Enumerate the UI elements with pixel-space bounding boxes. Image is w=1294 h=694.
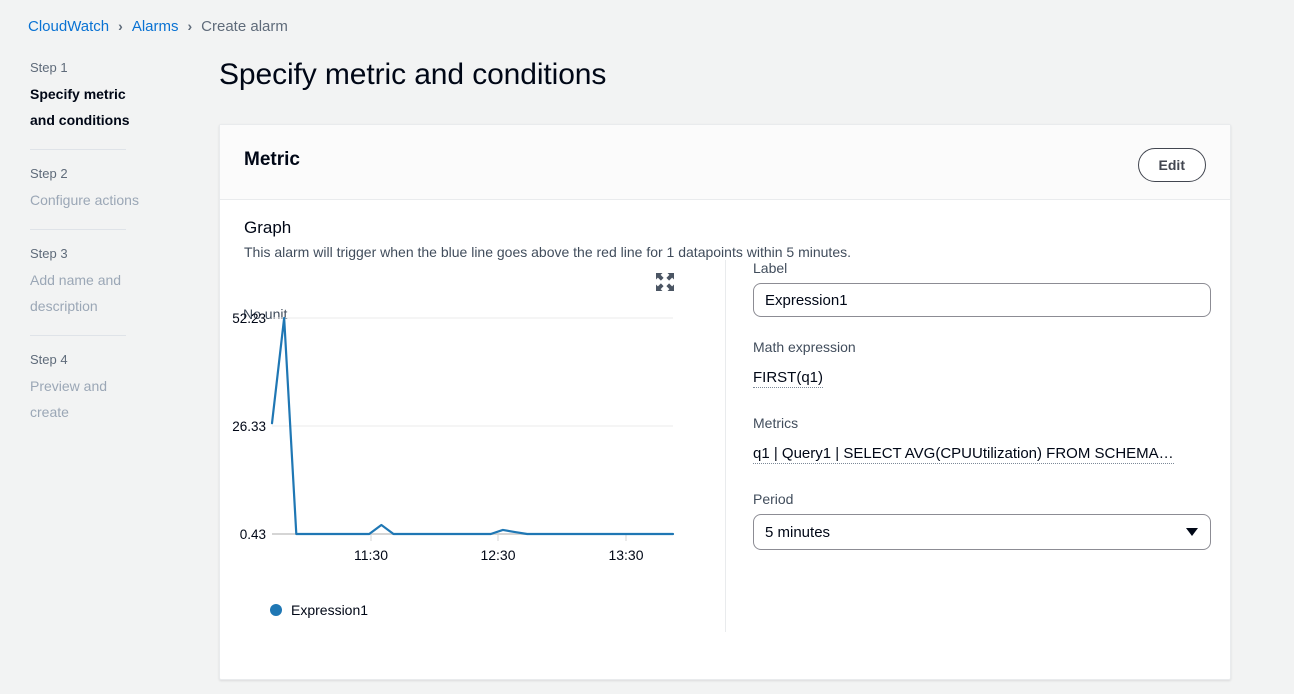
metric-panel-header: Metric Edit	[220, 125, 1230, 200]
y-tick-label: 26.33	[232, 419, 266, 434]
step-divider	[30, 335, 126, 336]
step-divider	[30, 149, 126, 150]
math-expression-group: Math expression FIRST(q1)	[753, 339, 1211, 393]
metric-panel: Metric Edit Graph This alarm will trigge…	[219, 124, 1231, 680]
graph-heading: Graph	[244, 218, 291, 238]
step-divider	[30, 229, 126, 230]
sidebar-item-step-1[interactable]: Step 1 Specify metric and conditions	[30, 58, 148, 135]
sidebar-item-step-3[interactable]: Step 3 Add name and description	[30, 244, 148, 321]
period-select[interactable]: 5 minutes	[753, 514, 1211, 550]
breadcrumb-item-cloudwatch[interactable]: CloudWatch	[28, 18, 109, 35]
step-3-label: Add name and description	[30, 267, 148, 319]
graph-description: This alarm will trigger when the blue li…	[244, 244, 851, 260]
math-expression-value: FIRST(q1)	[753, 369, 823, 388]
step-1-number: Step 1	[30, 58, 148, 78]
y-tick-label: 0.43	[240, 527, 266, 542]
chart-legend-item-expression1[interactable]: Expression1	[270, 602, 368, 618]
steps-sidebar: Step 1 Specify metric and conditions Ste…	[30, 58, 148, 427]
metric-graph: No unit 52.23 26.33 0.43 11:30 12:30 13:…	[220, 272, 720, 632]
label-field-group: Label	[753, 260, 1211, 317]
metric-panel-body: Graph This alarm will trigger when the b…	[220, 200, 1230, 679]
step-2-number: Step 2	[30, 164, 148, 184]
step-1-label: Specify metric and conditions	[30, 81, 148, 133]
metrics-value: q1 | Query1 | SELECT AVG(CPUUtilization)…	[753, 445, 1174, 464]
period-group: Period 5 minutes	[753, 491, 1211, 550]
breadcrumb-item-alarms[interactable]: Alarms	[132, 18, 179, 35]
vertical-divider	[725, 260, 726, 632]
metric-panel-title: Metric	[244, 149, 300, 171]
legend-label: Expression1	[291, 602, 368, 618]
y-tick-label: 52.23	[232, 311, 266, 326]
period-selected-value: 5 minutes	[765, 524, 830, 541]
metrics-label: Metrics	[753, 415, 1211, 431]
step-4-number: Step 4	[30, 350, 148, 370]
page-title: Specify metric and conditions	[219, 58, 606, 92]
breadcrumb-separator-icon: ›	[118, 18, 123, 34]
metrics-group: Metrics q1 | Query1 | SELECT AVG(CPUUtil…	[753, 415, 1211, 469]
label-input[interactable]	[753, 283, 1211, 317]
x-tick-label: 11:30	[354, 547, 388, 563]
math-expression-label: Math expression	[753, 339, 1211, 355]
step-4-label: Preview and create	[30, 373, 148, 425]
x-tick-label: 12:30	[480, 547, 515, 563]
sidebar-item-step-2[interactable]: Step 2 Configure actions	[30, 164, 148, 215]
breadcrumb: CloudWatch › Alarms › Create alarm	[28, 14, 288, 38]
x-tick-label: 13:30	[608, 547, 643, 563]
step-2-label: Configure actions	[30, 187, 148, 213]
period-label: Period	[753, 491, 1211, 507]
metric-form: Label Math expression FIRST(q1) Metrics …	[753, 260, 1211, 572]
sidebar-item-step-4[interactable]: Step 4 Preview and create	[30, 350, 148, 427]
breadcrumb-item-create-alarm: Create alarm	[201, 18, 288, 35]
edit-button[interactable]: Edit	[1138, 148, 1206, 182]
chart-plot-area: 52.23 26.33 0.43 11:30 12:30 13:30	[220, 272, 720, 602]
legend-color-swatch	[270, 604, 282, 616]
step-3-number: Step 3	[30, 244, 148, 264]
period-select-wrap: 5 minutes	[753, 514, 1211, 550]
breadcrumb-separator-icon: ›	[188, 18, 193, 34]
label-field-label: Label	[753, 260, 1211, 276]
